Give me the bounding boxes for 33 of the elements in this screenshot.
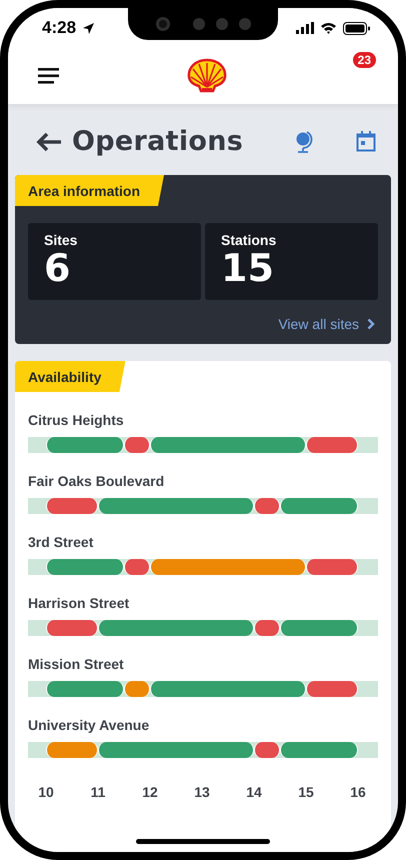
area-information-tag: Area information [15, 175, 164, 206]
site-name: Citrus Heights [28, 412, 125, 428]
hour-label: 11 [90, 784, 106, 800]
hour-label: 13 [193, 784, 211, 800]
site-name: 3rd Street [28, 534, 94, 550]
calendar-icon[interactable] [356, 131, 376, 152]
availability-tag: Availability [15, 361, 126, 392]
hour-label: 15 [297, 784, 315, 800]
site-name: Harrison Street [28, 595, 130, 611]
menu-icon[interactable] [38, 68, 59, 84]
view-all-sites-link[interactable]: View all sites [278, 316, 359, 332]
back-arrow-icon[interactable] [36, 132, 62, 152]
shell-logo[interactable] [187, 58, 227, 94]
stat-value: 6 [44, 248, 72, 288]
site-name: Mission Street [28, 656, 125, 672]
stat-label: Sites [44, 232, 78, 248]
hour-label: 16 [349, 784, 367, 800]
page-title: Operations [72, 126, 244, 157]
hour-label: 10 [37, 784, 55, 800]
notification-badge[interactable]: 23 [352, 52, 376, 68]
site-name: University Avenue [28, 717, 150, 733]
hour-label: 14 [245, 784, 263, 800]
location-icon [82, 22, 96, 34]
status-time: 4:28 [42, 18, 76, 38]
wifi-icon [320, 22, 337, 34]
hour-label: 12 [141, 784, 159, 800]
signal-icon [296, 22, 314, 34]
stat-value: 15 [221, 248, 275, 288]
globe-icon[interactable] [294, 130, 314, 152]
chevron-icon[interactable] [367, 318, 375, 330]
site-name: Fair Oaks Boulevard [28, 473, 166, 489]
stat-label: Stations [221, 232, 278, 248]
battery-icon [343, 22, 370, 34]
